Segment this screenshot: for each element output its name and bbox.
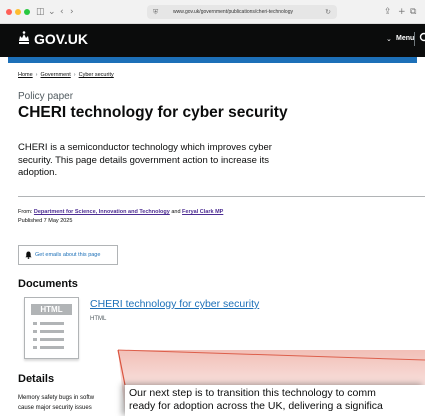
callout-line: ready for adoption across the UK, delive…: [129, 400, 383, 412]
quote-callout: Our next step is to transition this tech…: [125, 385, 425, 416]
callout-text: Our next step is to transition this tech…: [129, 387, 383, 413]
callout-pointer: [117, 349, 425, 416]
callout-line: Our next step is to transition this tech…: [129, 387, 376, 399]
